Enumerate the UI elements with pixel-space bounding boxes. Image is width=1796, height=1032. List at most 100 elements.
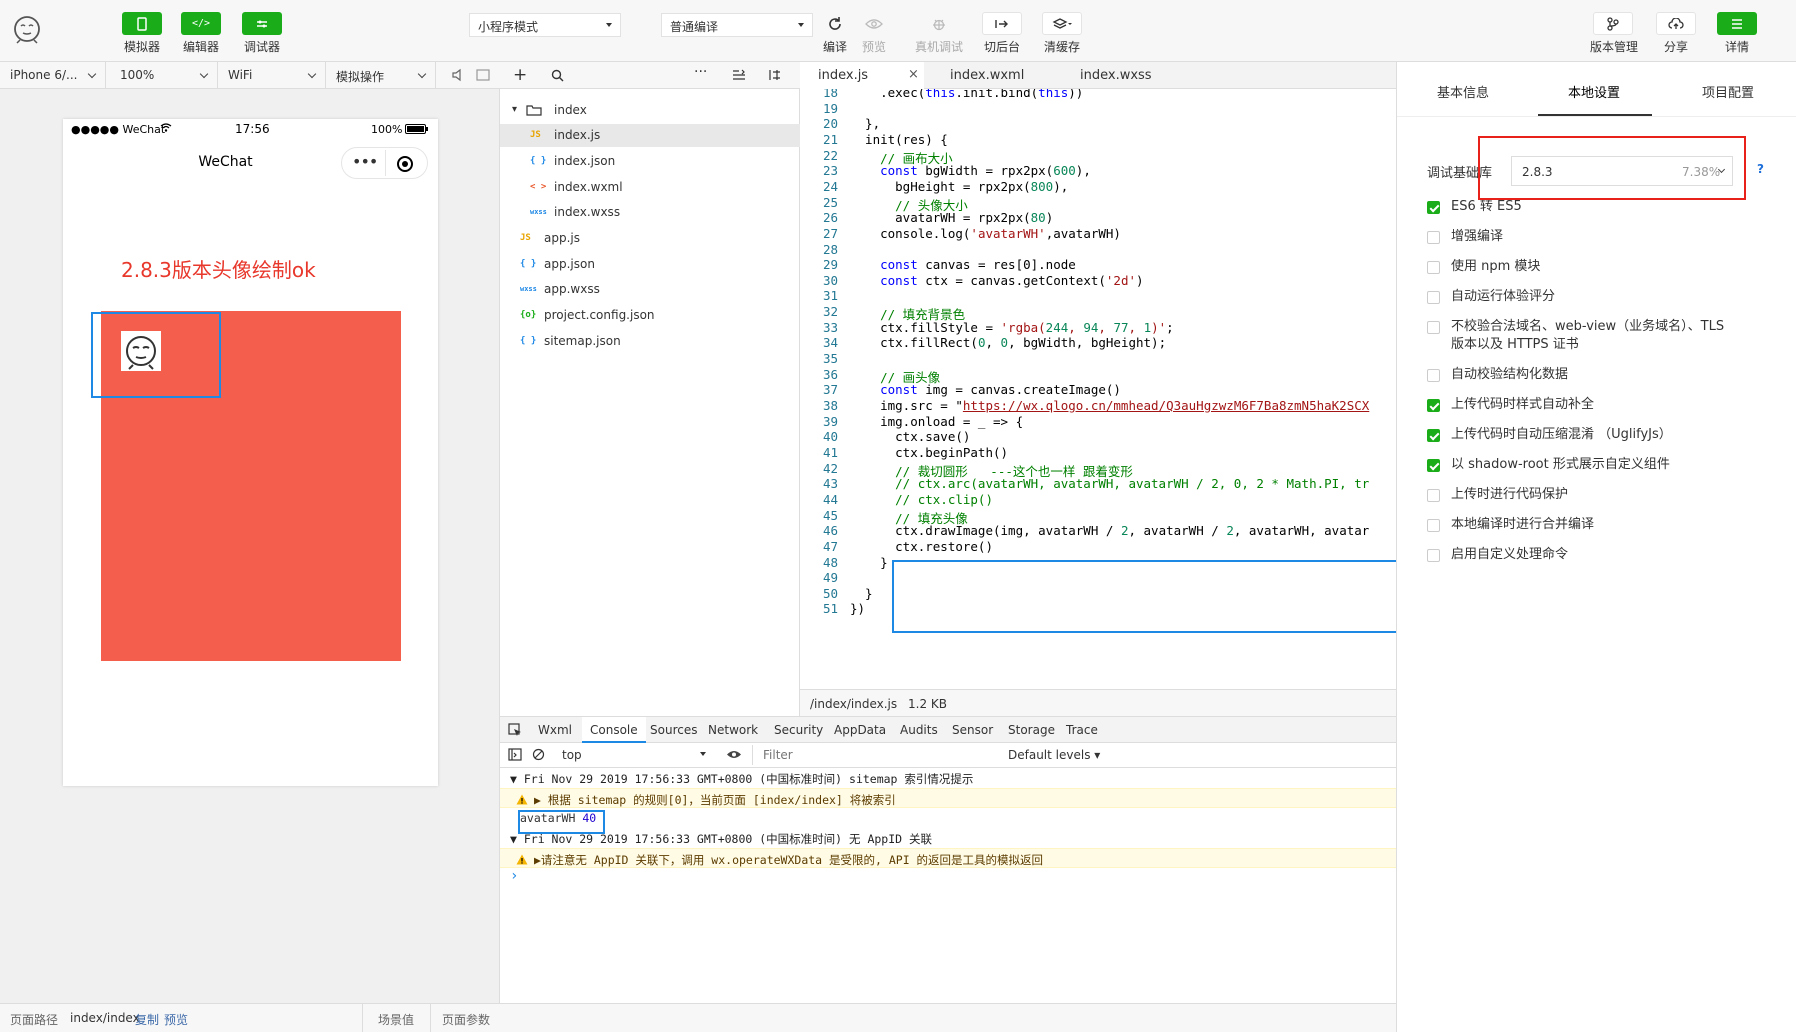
network-select[interactable]: WiFi (218, 62, 326, 88)
scene-button[interactable]: 场景值 (378, 1011, 414, 1028)
file-tree-toolbar: + ··· (500, 62, 800, 89)
version-mgmt-button[interactable]: 版本管理 (1590, 12, 1638, 55)
file-tree-item[interactable]: wxss app.wxss (500, 278, 800, 301)
capsule-menu[interactable]: ••• (341, 147, 428, 179)
window-icon[interactable] (476, 69, 490, 81)
code-line: ctx.save() (850, 429, 971, 445)
levels-select[interactable]: Default levels ▾ (1008, 748, 1100, 762)
line-number: 37 (822, 382, 838, 398)
devtools-tab-console[interactable]: Console (582, 717, 646, 743)
checkbox-3[interactable] (1427, 291, 1440, 304)
checkbox-label: ES6 转 ES5 (1451, 199, 1522, 214)
line-number: 47 (822, 538, 838, 554)
devtools-tab-network[interactable]: Network (700, 717, 766, 743)
add-icon[interactable]: + (513, 65, 527, 85)
checkbox-8[interactable] (1427, 459, 1440, 472)
params-button[interactable]: 页面参数 (442, 1011, 490, 1028)
more-dots-icon[interactable]: ••• (352, 152, 378, 171)
tab-index-wxss[interactable]: index.wxss (1062, 62, 1170, 89)
file-tree-item[interactable]: { } index.json (500, 149, 800, 172)
tab-label: index.js (818, 68, 869, 83)
file-tree-item[interactable]: < > index.wxml (500, 175, 800, 198)
tab-basic-info[interactable]: 基本信息 (1437, 82, 1489, 101)
inspect-icon[interactable] (508, 723, 522, 737)
compile-button[interactable]: 编译 (813, 12, 857, 55)
clear-console-icon[interactable] (532, 748, 545, 761)
line-number: 26 (822, 210, 838, 226)
checkbox-4[interactable] (1427, 321, 1440, 334)
active-tab-underline (1538, 114, 1652, 116)
chevron-down-icon (700, 752, 706, 756)
speaker-icon[interactable] (452, 68, 464, 82)
preview-button[interactable]: 预览 (852, 12, 896, 55)
console-text: › (510, 868, 519, 884)
copy-link[interactable]: 复制 (135, 1011, 159, 1028)
debugger-button[interactable]: 调试器 (240, 12, 284, 55)
checkbox-6[interactable] (1427, 399, 1440, 412)
checkbox-0[interactable] (1427, 201, 1440, 214)
bug-icon (933, 19, 945, 30)
close-icon[interactable]: × (908, 67, 919, 82)
file-tree-item[interactable]: JS index.js (500, 123, 800, 147)
checkbox-5[interactable] (1427, 369, 1440, 382)
share-button[interactable]: 分享 (1654, 12, 1698, 55)
tab-index-wxml[interactable]: index.wxml (932, 62, 1042, 89)
devtools-tab-storage[interactable]: Storage (1000, 717, 1063, 743)
file-tree-item[interactable]: wxss index.wxss (500, 201, 800, 224)
context-select[interactable]: top (556, 745, 706, 765)
close-circle-icon[interactable] (396, 155, 414, 173)
line-number: 35 (822, 351, 838, 367)
mode-select[interactable]: 小程序模式 (469, 13, 621, 37)
file-tree-item[interactable]: JS app.js (500, 227, 800, 250)
eye-icon[interactable] (726, 749, 742, 760)
devtools-tab-audits[interactable]: Audits (892, 717, 946, 743)
checkbox-9[interactable] (1427, 489, 1440, 502)
background-button[interactable]: 切后台 (980, 12, 1024, 55)
devtools-tab-sensor[interactable]: Sensor (944, 717, 1001, 743)
checkbox-1[interactable] (1427, 231, 1440, 244)
editor-button[interactable]: </> 编辑器 (179, 12, 223, 55)
compile-select[interactable]: 普通编译 (661, 13, 813, 37)
zoom-select[interactable]: 100% (110, 62, 218, 88)
console-filter-input[interactable] (752, 745, 1000, 765)
file-tree-item[interactable]: { } sitemap.json (500, 329, 800, 352)
help-icon[interactable]: ? (1757, 162, 1764, 176)
context-value: top (562, 748, 582, 762)
split-icon[interactable] (768, 69, 782, 81)
details-label: 详情 (1724, 40, 1749, 54)
file-tree-item[interactable]: ▾ index (500, 98, 800, 121)
devtools-tab-wxml[interactable]: Wxml (530, 717, 580, 743)
tab-local-settings[interactable]: 本地设置 (1568, 82, 1620, 101)
devtools-tab-security[interactable]: Security (766, 717, 831, 743)
chevron-down-icon (87, 69, 97, 79)
checkbox-11[interactable] (1427, 549, 1440, 562)
sidebar-toggle-icon[interactable] (508, 748, 522, 761)
tab-index-js[interactable]: index.js × (800, 62, 924, 89)
tab-project-config[interactable]: 项目配置 (1702, 82, 1754, 101)
file-type-icon: { } (520, 335, 537, 346)
simulator-button[interactable]: 模拟器 (120, 12, 164, 55)
code-line: ctx.drawImage(img, avatarWH / 2, avatarW… (850, 523, 1370, 539)
lib-version-highlight-box (1478, 136, 1746, 200)
battery-icon (405, 124, 429, 134)
devtools-tab-appdata[interactable]: AppData (826, 717, 894, 743)
devtools-tab-trace[interactable]: Trace (1058, 717, 1106, 743)
clear-cache-button[interactable]: 清缓存 (1040, 12, 1084, 55)
expand-arrow-icon[interactable]: ▾ (512, 104, 526, 115)
collapse-icon[interactable] (732, 69, 746, 81)
details-button[interactable]: 详情 (1715, 12, 1759, 55)
code-line: init(res) { (850, 131, 948, 147)
checkbox-2[interactable] (1427, 261, 1440, 274)
preview-link[interactable]: 预览 (164, 1011, 188, 1028)
chevron-down-icon (606, 23, 612, 27)
operation-select[interactable]: 模拟操作 (326, 62, 436, 88)
file-tree-item[interactable]: { } app.json (500, 252, 800, 275)
device-select[interactable]: iPhone 6/... (0, 62, 106, 88)
search-icon[interactable] (551, 69, 564, 82)
remote-debug-button[interactable]: 真机调试 (914, 12, 964, 55)
devtools-tab-sources[interactable]: Sources (642, 717, 705, 743)
file-tree-item[interactable]: {o} project.config.json (500, 304, 800, 327)
checkbox-10[interactable] (1427, 519, 1440, 532)
checkbox-7[interactable] (1427, 429, 1440, 442)
more-icon[interactable]: ··· (694, 64, 707, 80)
